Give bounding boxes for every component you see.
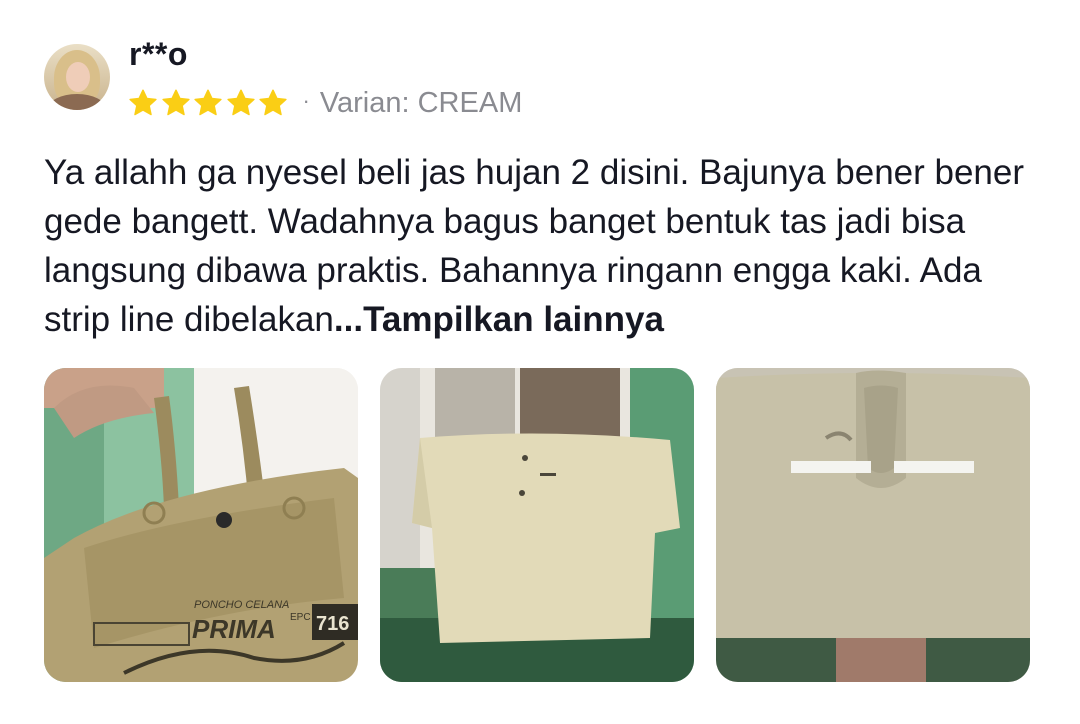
reviewer-avatar[interactable] bbox=[44, 44, 110, 110]
review-photo-bag[interactable]: PONCHO CELANA PRIMA EPC 716 bbox=[44, 368, 358, 682]
bag-photo-illustration: PONCHO CELANA PRIMA EPC 716 bbox=[44, 368, 358, 682]
bag-brand: PRIMA bbox=[192, 614, 276, 644]
star-icon bbox=[128, 88, 158, 118]
separator-dot: · bbox=[302, 88, 310, 113]
bag-badge: EPC bbox=[290, 612, 311, 623]
bag-text: PONCHO CELANA bbox=[194, 599, 289, 611]
show-more-link[interactable]: Tampilkan lainnya bbox=[363, 300, 664, 339]
review-photo-raincoat-front[interactable] bbox=[380, 368, 694, 682]
review-text: Ya allahh ga nyesel beli jas hujan 2 dis… bbox=[44, 148, 1054, 344]
star-icon bbox=[161, 88, 191, 118]
star-icon bbox=[193, 88, 223, 118]
raincoat-front-illustration bbox=[380, 368, 694, 682]
review-photo-raincoat-back[interactable] bbox=[716, 368, 1030, 682]
raincoat-back-illustration bbox=[716, 368, 1030, 682]
bag-number: 716 bbox=[316, 613, 349, 635]
variant-label: Varian: CREAM bbox=[319, 86, 523, 119]
reviewer-name[interactable]: r**o bbox=[129, 36, 188, 73]
avatar-face bbox=[66, 62, 90, 92]
star-icon bbox=[258, 88, 288, 118]
ellipsis: ... bbox=[333, 300, 364, 339]
star-icon bbox=[226, 88, 256, 118]
rating-row: · Varian: CREAM bbox=[128, 85, 522, 121]
